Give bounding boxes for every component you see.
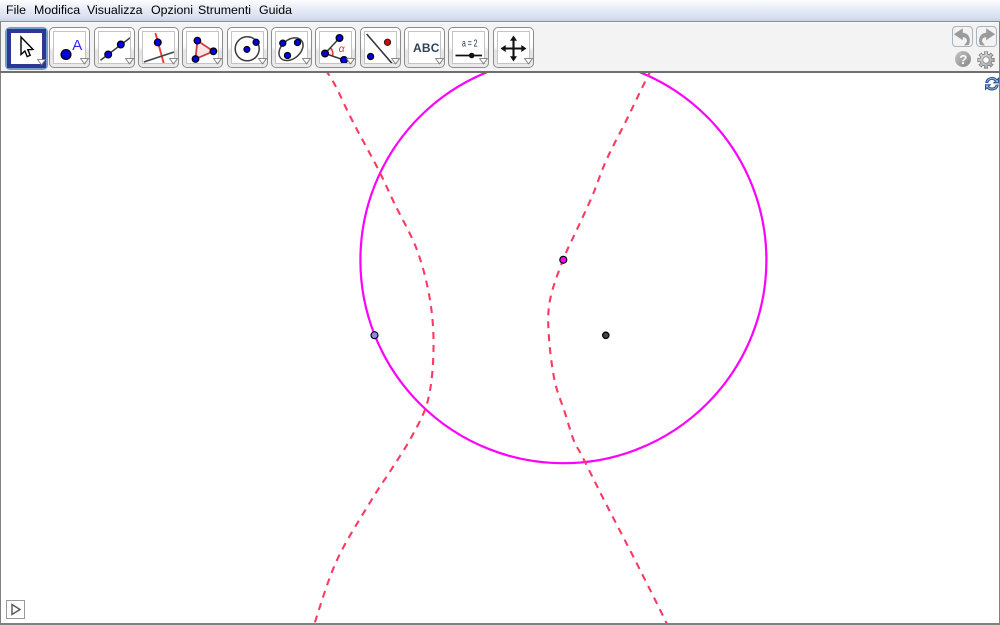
svg-text:a = 2: a = 2 (462, 38, 478, 50)
svg-text:ABC: ABC (413, 41, 440, 55)
svg-text:α: α (339, 43, 346, 55)
svg-text:A: A (72, 37, 82, 54)
svg-text:?: ? (959, 52, 967, 67)
